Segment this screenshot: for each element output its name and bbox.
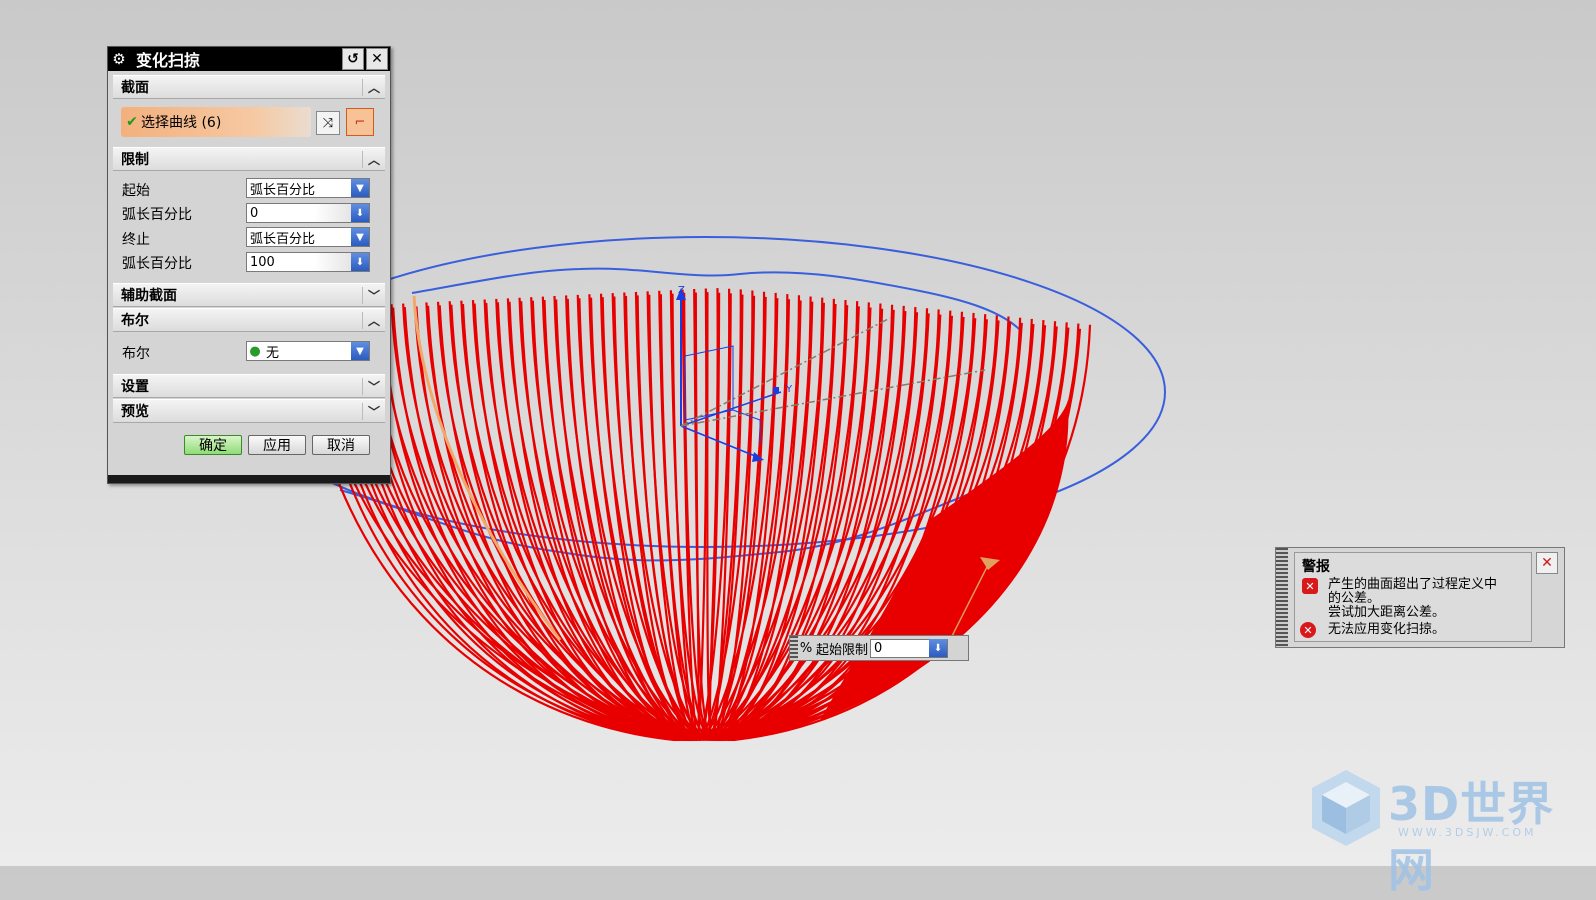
close-icon[interactable]: ✕ xyxy=(1536,552,1558,574)
section-header-settings[interactable]: 设置 ﹀ xyxy=(113,374,385,398)
end-pct-input[interactable]: 100 ⬇ xyxy=(246,252,370,272)
start-type-select[interactable]: 弧长百分比 ▼ xyxy=(246,178,370,198)
drag-grip-icon[interactable] xyxy=(790,636,798,660)
limits-header-label: 限制 xyxy=(121,152,149,168)
section-header-boolean[interactable]: 布尔 ︿ xyxy=(113,308,385,332)
ok-button[interactable]: 确定 xyxy=(184,435,242,455)
chevron-down-icon[interactable]: ﹀ xyxy=(362,402,385,420)
arrow-down-icon[interactable]: ⬇ xyxy=(929,639,948,657)
select-curve-label: 选择曲线 (6) xyxy=(141,115,222,131)
chevron-up-icon[interactable]: ︿ xyxy=(362,311,385,329)
watermark: 3D世界网 WWW.3DSJW.COM xyxy=(1310,768,1586,897)
settings-header-label: 设置 xyxy=(121,379,149,395)
chevron-down-icon[interactable]: ﹀ xyxy=(362,286,385,304)
alert-panel: 警报 ✕ ✕ 产生的曲面超出了过程定义中 的公差。 尝试加大距离公差。 ✕ 无法… xyxy=(1275,547,1565,648)
chevron-down-icon[interactable]: ▼ xyxy=(351,179,369,197)
select-curve-icon[interactable]: ⌐ xyxy=(346,108,374,136)
drag-grip-icon[interactable] xyxy=(1276,548,1288,647)
triad-z-label: Z xyxy=(678,285,685,296)
start-type-value: 弧长百分比 xyxy=(250,182,316,198)
boolean-select[interactable]: ● 无 ▼ xyxy=(246,341,370,361)
error-icon: ✕ xyxy=(1300,622,1316,638)
boolean-value: 无 xyxy=(266,345,280,361)
end-type-select[interactable]: 弧长百分比 ▼ xyxy=(246,227,370,247)
boolean-label: 布尔 xyxy=(122,346,150,362)
cube-logo-icon xyxy=(1312,770,1380,846)
close-icon[interactable]: ✕ xyxy=(366,48,388,70)
start-limit-dynamic-input[interactable]: % 起始限制 0 ⬇ xyxy=(789,635,969,661)
section-header-aux[interactable]: 辅助截面 ﹀ xyxy=(113,283,385,307)
section-header-limits[interactable]: 限制 ︿ xyxy=(113,147,385,171)
alert-message-3: 尝试加大距离公差。 xyxy=(1328,605,1446,620)
start-pct-label: 弧长百分比 xyxy=(122,207,192,223)
chevron-down-icon[interactable]: ▼ xyxy=(351,342,369,360)
reset-icon[interactable]: ↺ xyxy=(342,48,364,70)
aux-header-label: 辅助截面 xyxy=(121,288,177,304)
end-label: 终止 xyxy=(122,232,150,248)
arrow-down-icon[interactable]: ⬇ xyxy=(351,204,369,222)
chevron-up-icon[interactable]: ︿ xyxy=(362,78,385,96)
start-limit-label: 起始限制 xyxy=(816,642,869,658)
section-header-preview[interactable]: 预览 ﹀ xyxy=(113,399,385,423)
select-curve-row[interactable]: ✔ 选择曲线 (6) xyxy=(121,107,311,137)
chevron-down-icon[interactable]: ▼ xyxy=(351,228,369,246)
chevron-down-icon[interactable]: ﹀ xyxy=(362,377,385,395)
start-label: 起始 xyxy=(122,183,150,199)
dialog-footer-bar xyxy=(108,475,390,483)
end-type-value: 弧长百分比 xyxy=(250,231,316,247)
sweep-strand xyxy=(694,288,708,741)
preview-header-label: 预览 xyxy=(121,404,149,420)
section-header-label: 截面 xyxy=(121,80,149,96)
start-pct-value: 0 xyxy=(250,205,259,221)
start-pct-input[interactable]: 0 ⬇ xyxy=(246,203,370,223)
watermark-url: WWW.3DSJW.COM xyxy=(1398,826,1537,839)
cancel-button[interactable]: 取消 xyxy=(312,435,370,455)
alert-title: 警报 xyxy=(1302,559,1330,575)
variational-sweep-dialog: ⚙ 变化扫掠 ↺ ✕ 截面 ︿ ✔ 选择曲线 (6) ⤨ ⌐ 限制 ︿ 起始 弧… xyxy=(107,46,391,484)
arrow-down-icon[interactable]: ⬇ xyxy=(351,253,369,271)
dialog-title-bar[interactable]: ⚙ 变化扫掠 ↺ ✕ xyxy=(108,47,390,71)
start-limit-value: 0 xyxy=(874,640,883,656)
triad-y-label: Y xyxy=(785,384,793,395)
start-limit-unit: % xyxy=(799,640,813,656)
start-limit-input[interactable]: 0 ⬇ xyxy=(870,638,949,658)
boolean-none-icon: ● xyxy=(249,343,261,359)
chevron-up-icon[interactable]: ︿ xyxy=(362,150,385,168)
dialog-title: 变化扫掠 xyxy=(136,51,201,70)
end-pct-value: 100 xyxy=(250,254,275,270)
error-icon: ✕ xyxy=(1302,578,1318,594)
section-header-section[interactable]: 截面 ︿ xyxy=(113,75,385,99)
check-icon: ✔ xyxy=(126,114,138,130)
apply-button[interactable]: 应用 xyxy=(248,435,306,455)
end-pct-label: 弧长百分比 xyxy=(122,256,192,272)
alert-message-1: 产生的曲面超出了过程定义中 xyxy=(1328,577,1498,592)
gear-icon[interactable]: ⚙ xyxy=(108,50,130,68)
alert-message-2: 的公差。 xyxy=(1328,591,1381,606)
alert-message-4: 无法应用变化扫掠。 xyxy=(1328,622,1446,637)
curve-rule-icon[interactable]: ⤨ xyxy=(316,111,340,135)
boolean-header-label: 布尔 xyxy=(121,313,149,329)
sweep-strand xyxy=(701,292,777,741)
